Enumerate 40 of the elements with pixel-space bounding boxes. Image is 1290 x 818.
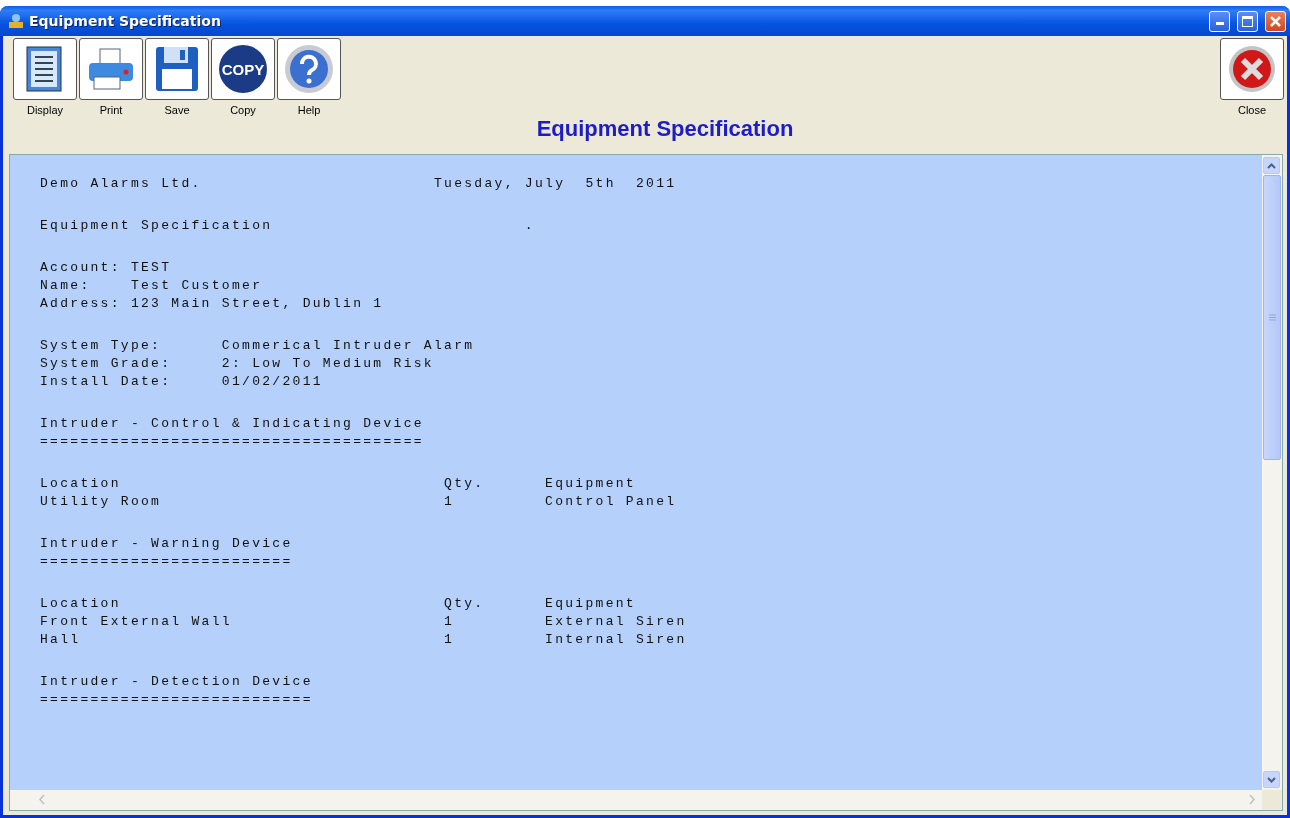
- report-line: Name: Test Customer: [40, 277, 264, 295]
- report-line: System Grade: 2: Low To Medium Risk: [40, 355, 435, 373]
- maximize-icon: [1242, 15, 1253, 27]
- report-line: Demo Alarms Ltd. Tuesday, July 5th 2011: [40, 175, 678, 193]
- report-line: Utility Room 1 Control Panel: [40, 493, 678, 511]
- scrollbar-corner: [1262, 790, 1282, 810]
- close-icon: [1227, 44, 1277, 94]
- report-line: Intruder - Control & Indicating Device: [40, 415, 425, 433]
- report-line: ===========================: [40, 691, 314, 709]
- report-line: Install Date: 01/02/2011: [40, 373, 324, 391]
- app-icon: [8, 13, 24, 29]
- report-line: Account: TEST: [40, 259, 173, 277]
- report-line: System Type: Commerical Intruder Alarm: [40, 337, 476, 355]
- report-line: Intruder - Detection Device: [40, 673, 314, 691]
- grip-icon: [1268, 314, 1276, 321]
- report-line: Front External Wall 1 External Siren: [40, 613, 688, 631]
- copy-icon: COPY: [217, 43, 269, 95]
- scroll-down-button[interactable]: [1263, 771, 1280, 788]
- printer-icon: [86, 47, 136, 91]
- chevron-down-icon: [1267, 776, 1276, 783]
- help-icon: [283, 43, 335, 95]
- scroll-up-button[interactable]: [1263, 157, 1280, 174]
- report-line: ======================================: [40, 433, 425, 451]
- close-icon: [1270, 15, 1281, 27]
- report-line: Equipment Specification .: [40, 217, 536, 235]
- chevron-up-icon: [1267, 162, 1276, 169]
- report-line: Hall 1 Internal Siren: [40, 631, 688, 649]
- window-title: Equipment Specification: [29, 13, 222, 29]
- vertical-scrollbar[interactable]: [1262, 155, 1282, 790]
- report-line: Location Qty. Equipment: [40, 595, 637, 613]
- close-button[interactable]: [1265, 10, 1286, 32]
- report-line: =========================: [40, 553, 294, 571]
- minimize-button[interactable]: [1209, 10, 1230, 32]
- report-line: Location Qty. Equipment: [40, 475, 637, 493]
- report-heading: Equipment Specification: [535, 116, 795, 143]
- report-line: Intruder - Warning Device: [40, 535, 294, 553]
- document-icon: [25, 45, 65, 93]
- scroll-thumb[interactable]: [1263, 175, 1281, 460]
- maximize-button[interactable]: [1237, 10, 1258, 32]
- report-line: Address: 123 Main Street, Dublin 1: [40, 295, 385, 313]
